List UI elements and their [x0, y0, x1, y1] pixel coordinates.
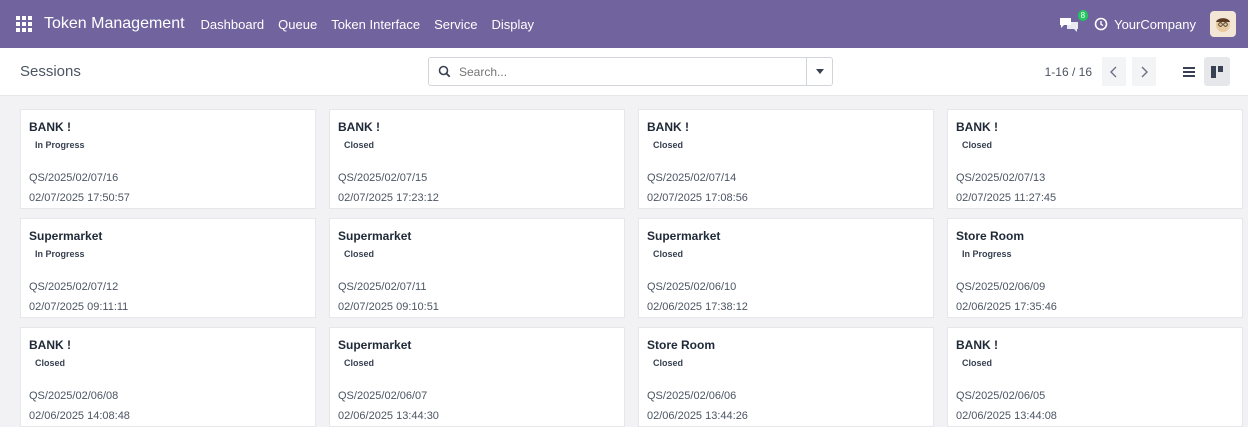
clock-icon	[1094, 17, 1108, 31]
card-status: In Progress	[35, 249, 85, 259]
pager-next-button[interactable]	[1132, 57, 1156, 86]
card-service-name: Supermarket	[338, 338, 412, 352]
card-status: Closed	[344, 358, 375, 368]
card-status: Closed	[653, 140, 684, 150]
chevron-left-icon	[1110, 66, 1117, 77]
card-session-code: QS/2025/02/06/10	[647, 281, 737, 293]
card-status: Closed	[344, 249, 375, 259]
card-service-name: Supermarket	[338, 229, 412, 243]
session-card[interactable]: BANK ! Closed QS/2025/02/07/15 02/07/202…	[329, 109, 625, 209]
card-status: Closed	[653, 249, 684, 259]
pager-previous-button[interactable]	[1102, 57, 1126, 86]
card-datetime: 02/06/2025 13:44:30	[338, 410, 439, 422]
card-service-name: BANK !	[338, 120, 380, 134]
card-session-code: QS/2025/02/06/05	[956, 390, 1046, 402]
card-datetime: 02/07/2025 17:23:12	[338, 192, 439, 204]
card-datetime: 02/07/2025 17:08:56	[647, 192, 748, 204]
list-icon	[1183, 66, 1195, 77]
card-session-code: QS/2025/02/07/12	[29, 281, 119, 293]
caret-down-icon	[815, 69, 824, 74]
card-status: In Progress	[35, 140, 85, 150]
company-name: YourCompany	[1114, 16, 1196, 32]
user-avatar[interactable]	[1210, 11, 1236, 37]
card-service-name: BANK !	[647, 120, 689, 134]
card-session-code: QS/2025/02/06/08	[29, 390, 119, 402]
card-status: Closed	[962, 140, 993, 150]
card-status: Closed	[35, 358, 66, 368]
card-datetime: 02/06/2025 13:44:26	[647, 410, 748, 422]
session-card[interactable]: Supermarket Closed QS/2025/02/06/10 02/0…	[638, 218, 934, 318]
search-icon	[429, 65, 459, 78]
session-card[interactable]: Supermarket Closed QS/2025/02/07/11 02/0…	[329, 218, 625, 318]
search-input[interactable]	[459, 64, 806, 79]
card-datetime: 02/07/2025 11:27:45	[956, 192, 1057, 204]
card-service-name: BANK !	[29, 120, 71, 134]
card-session-code: QS/2025/02/07/13	[956, 172, 1046, 184]
nav-token-interface[interactable]: Token Interface	[331, 17, 420, 32]
nav-dashboard[interactable]: Dashboard	[201, 17, 265, 32]
card-status: Closed	[344, 140, 375, 150]
card-session-code: QS/2025/02/07/16	[29, 172, 119, 184]
card-session-code: QS/2025/02/07/14	[647, 172, 737, 184]
card-datetime: 02/07/2025 09:10:51	[338, 301, 439, 313]
card-status: Closed	[962, 358, 993, 368]
card-service-name: Store Room	[956, 229, 1025, 243]
kanban-view-button[interactable]	[1204, 57, 1230, 86]
card-service-name: Store Room	[647, 338, 716, 352]
card-session-code: QS/2025/02/06/07	[338, 390, 428, 402]
nav-display[interactable]: Display	[491, 17, 534, 32]
search-box	[428, 57, 833, 86]
apps-menu-icon[interactable]	[16, 16, 32, 32]
card-status: In Progress	[962, 249, 1012, 259]
company-switcher[interactable]: YourCompany	[1094, 17, 1196, 32]
session-card[interactable]: Supermarket In Progress QS/2025/02/07/12…	[20, 218, 316, 318]
chat-badge: 8	[1077, 10, 1089, 21]
session-card[interactable]: Store Room In Progress QS/2025/02/06/09 …	[947, 218, 1243, 318]
card-service-name: Supermarket	[647, 229, 721, 243]
main-nav: Dashboard Queue Token Interface Service …	[201, 17, 535, 32]
card-session-code: QS/2025/02/06/06	[647, 390, 737, 402]
card-datetime: 02/06/2025 17:38:12	[647, 301, 748, 313]
session-card[interactable]: BANK ! In Progress QS/2025/02/07/16 02/0…	[20, 109, 316, 209]
card-service-name: Supermarket	[29, 229, 103, 243]
card-service-name: BANK !	[956, 120, 998, 134]
nav-service[interactable]: Service	[434, 17, 477, 32]
card-datetime: 02/07/2025 17:50:57	[29, 192, 130, 204]
card-datetime: 02/07/2025 09:11:11	[29, 301, 129, 313]
control-panel: Sessions 1-16 / 16	[0, 48, 1248, 96]
chevron-right-icon	[1141, 66, 1148, 77]
card-session-code: QS/2025/02/07/15	[338, 172, 428, 184]
card-datetime: 02/06/2025 14:08:48	[29, 410, 130, 422]
kanban-grid: BANK ! In Progress QS/2025/02/07/16 02/0…	[20, 109, 1243, 427]
card-status: Closed	[653, 358, 684, 368]
card-session-code: QS/2025/02/07/11	[338, 281, 427, 293]
session-card[interactable]: BANK ! Closed QS/2025/02/06/08 02/06/202…	[20, 327, 316, 427]
session-card[interactable]: BANK ! Closed QS/2025/02/07/13 02/07/202…	[947, 109, 1243, 209]
card-datetime: 02/06/2025 17:35:46	[956, 301, 1057, 313]
pager-value[interactable]: 1-16 / 16	[1045, 65, 1092, 79]
list-view-button[interactable]	[1176, 57, 1202, 86]
session-card[interactable]: BANK ! Closed QS/2025/02/07/14 02/07/202…	[638, 109, 934, 209]
chat-icon[interactable]: 8	[1058, 10, 1089, 32]
kanban-icon	[1211, 65, 1223, 78]
card-service-name: BANK !	[956, 338, 998, 352]
app-title[interactable]: Token Management	[44, 15, 185, 33]
session-card[interactable]: Supermarket Closed QS/2025/02/06/07 02/0…	[329, 327, 625, 427]
breadcrumb: Sessions	[20, 63, 81, 80]
pager: 1-16 / 16	[1045, 57, 1230, 86]
top-navbar: Token Management Dashboard Queue Token I…	[0, 0, 1248, 48]
card-session-code: QS/2025/02/06/09	[956, 281, 1046, 293]
card-service-name: BANK !	[29, 338, 71, 352]
session-card[interactable]: BANK ! Closed QS/2025/02/06/05 02/06/202…	[947, 327, 1243, 427]
card-datetime: 02/06/2025 13:44:08	[956, 410, 1057, 422]
nav-queue[interactable]: Queue	[278, 17, 317, 32]
session-card[interactable]: Store Room Closed QS/2025/02/06/06 02/06…	[638, 327, 934, 427]
search-options-toggle[interactable]	[806, 58, 832, 85]
